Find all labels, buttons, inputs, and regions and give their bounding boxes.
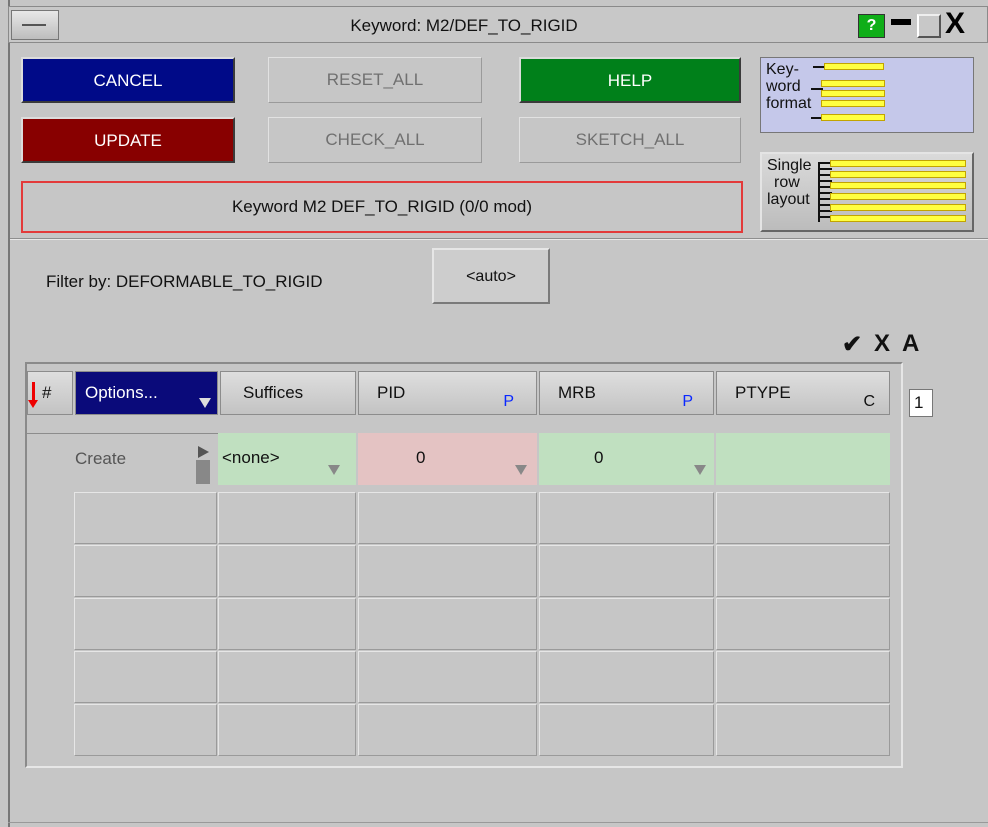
table-cell[interactable] [218, 492, 356, 544]
table-cell[interactable] [716, 598, 890, 650]
column-label: PTYPE [735, 383, 791, 402]
dropdown-icon [694, 465, 706, 475]
minimize-button[interactable] [891, 19, 911, 25]
ptype-field[interactable] [716, 433, 890, 485]
table-cell[interactable] [218, 545, 356, 597]
column-header-pid[interactable]: PID P [358, 371, 537, 415]
close-button[interactable]: X [945, 9, 965, 39]
pid-value: 0 [416, 448, 426, 467]
single-row-layout-toggle[interactable]: Single row layout [760, 152, 974, 232]
table-cell[interactable] [716, 651, 890, 703]
column-label: MRB [558, 383, 596, 402]
auto-filter-button[interactable]: <auto> [432, 248, 550, 304]
reject-icon[interactable]: X [874, 330, 890, 358]
column-tag: P [682, 393, 693, 410]
suffix-value: <none> [222, 448, 280, 467]
table-cell[interactable] [358, 545, 537, 597]
table-cell[interactable] [218, 598, 356, 650]
column-tag: C [863, 393, 875, 410]
single-row-layout-label: Single row layout [767, 157, 811, 208]
column-label: # [42, 383, 52, 402]
table-cell[interactable] [358, 598, 537, 650]
table-cell[interactable] [539, 704, 714, 756]
mrb-value: 0 [594, 448, 604, 467]
window-left-border [8, 0, 10, 827]
column-header-suffices[interactable]: Suffices [220, 371, 356, 415]
arrow-shade [196, 460, 210, 484]
column-header-index[interactable]: # [27, 371, 73, 415]
layout-line-1: Single [767, 157, 812, 174]
update-button[interactable]: UPDATE [21, 117, 235, 163]
column-header-ptype[interactable]: PTYPE C [716, 371, 890, 415]
accept-icon[interactable]: ✔ [842, 330, 862, 359]
create-row-arrow[interactable] [196, 433, 218, 485]
table-cell[interactable] [74, 492, 217, 544]
table-cell[interactable] [358, 492, 537, 544]
system-menu-button[interactable] [11, 10, 59, 40]
layout-line-2: row [774, 174, 800, 191]
sort-arrow-head-icon [28, 400, 38, 408]
keyword-format-line-1: Key- [766, 61, 799, 78]
help-question-button[interactable]: ? [858, 14, 885, 38]
keyword-editor-window: Keyword: M2/DEF_TO_RIGID ? X CANCEL UPDA… [0, 0, 988, 827]
mrb-field[interactable]: 0 [539, 433, 714, 485]
keyword-format-line-2: word [766, 78, 801, 95]
keyword-format-line-3: format [766, 95, 812, 112]
table-cell[interactable] [358, 651, 537, 703]
pid-field[interactable]: 0 [358, 433, 537, 485]
layout-line-3: layout [767, 191, 810, 208]
check-all-button[interactable]: CHECK_ALL [268, 117, 482, 163]
filter-label: Filter by: DEFORMABLE_TO_RIGID [46, 272, 323, 291]
title-bar: Keyword: M2/DEF_TO_RIGID ? X [8, 6, 988, 43]
table-cell[interactable] [218, 704, 356, 756]
column-label: PID [377, 383, 406, 402]
section-divider [10, 238, 988, 240]
maximize-button[interactable] [917, 14, 941, 38]
column-header-options[interactable]: Options... [75, 371, 218, 415]
table-cell[interactable] [539, 651, 714, 703]
dropdown-icon [328, 465, 340, 475]
play-icon [198, 446, 209, 458]
table-cell[interactable] [716, 545, 890, 597]
dash-icon [22, 24, 46, 26]
keyword-format-label: Key- word format [766, 61, 811, 112]
table-cell[interactable] [218, 651, 356, 703]
table-cell[interactable] [539, 492, 714, 544]
attribute-icon[interactable]: A [902, 330, 919, 358]
window-title: Keyword: M2/DEF_TO_RIGID [350, 16, 578, 35]
suffix-select[interactable]: <none> [218, 433, 356, 485]
table-cell[interactable] [74, 651, 217, 703]
column-label: Options... [85, 383, 158, 402]
reset-all-button[interactable]: RESET_ALL [268, 57, 482, 103]
window-bottom-border [8, 822, 988, 823]
keyword-status-box: Keyword M2 DEF_TO_RIGID (0/0 mod) [21, 181, 743, 233]
column-header-mrb[interactable]: MRB P [539, 371, 714, 415]
cancel-button[interactable]: CANCEL [21, 57, 235, 103]
table-cell[interactable] [539, 598, 714, 650]
table-cell[interactable] [716, 704, 890, 756]
table-cell[interactable] [539, 545, 714, 597]
dropdown-icon [515, 465, 527, 475]
table-cell[interactable] [358, 704, 537, 756]
column-label: Suffices [243, 383, 304, 402]
sketch-all-button[interactable]: SKETCH_ALL [519, 117, 741, 163]
table-cell[interactable] [716, 492, 890, 544]
column-tag: P [503, 393, 514, 410]
help-button[interactable]: HELP [519, 57, 741, 103]
table-cell[interactable] [74, 598, 217, 650]
create-row-button[interactable]: Create [27, 433, 196, 485]
dropdown-icon [199, 398, 211, 408]
keyword-format-toggle[interactable]: Key- word format [760, 57, 974, 133]
table-cell[interactable] [74, 545, 217, 597]
table-cell[interactable] [74, 704, 217, 756]
row-count-field[interactable]: 1 [909, 389, 933, 417]
